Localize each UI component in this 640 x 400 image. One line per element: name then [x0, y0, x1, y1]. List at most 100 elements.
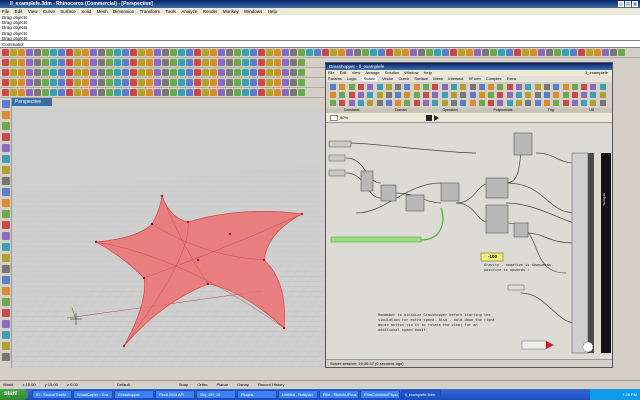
toolbar-button-icon[interactable] [114, 79, 121, 86]
menu-curve[interactable]: Curve [43, 9, 55, 14]
toolbar-button-icon[interactable] [146, 79, 153, 86]
toolbar-button-icon[interactable] [562, 49, 569, 56]
toolbar-button-icon[interactable] [2, 49, 9, 56]
toolbar-button-icon[interactable] [74, 89, 81, 96]
toolbar-button-icon[interactable] [18, 59, 25, 66]
toolbar-button-icon[interactable] [250, 59, 257, 66]
toolbar-button-icon[interactable] [266, 79, 273, 86]
component-icon[interactable] [339, 100, 346, 106]
toolbar-button-icon[interactable] [106, 49, 113, 56]
menu-view[interactable]: View [28, 9, 38, 14]
toolbar-button-icon[interactable] [42, 79, 49, 86]
toolbar-button-icon[interactable] [402, 49, 409, 56]
component-icon[interactable] [543, 84, 550, 90]
toolbar-button-icon[interactable] [306, 49, 313, 56]
toolbar-button-icon[interactable] [202, 59, 209, 66]
toolbar-button-icon[interactable] [26, 59, 33, 66]
toolbar-button-icon[interactable] [90, 59, 97, 66]
toolbar-button-icon[interactable] [138, 49, 145, 56]
toolbar-button-icon[interactable] [18, 49, 25, 56]
toolbar-button-icon[interactable] [234, 89, 241, 96]
toolbar-button-icon[interactable] [298, 79, 305, 86]
toolbar-button-icon[interactable] [162, 59, 169, 66]
toolbar-button-icon[interactable] [442, 49, 449, 56]
toolbar-button-icon[interactable] [122, 79, 129, 86]
toolbar-button-icon[interactable] [170, 79, 177, 86]
component-icon[interactable] [497, 84, 504, 90]
component-icon[interactable] [543, 92, 550, 98]
tab-params[interactable]: Params [328, 76, 342, 81]
component-icon[interactable] [478, 84, 485, 90]
viewport-tab[interactable]: Perspective [12, 98, 52, 106]
menu-windows[interactable]: Windows [244, 9, 262, 14]
toolbar-button-icon[interactable] [210, 59, 217, 66]
toolbar-button-icon[interactable] [34, 59, 41, 66]
toolbar-button-icon[interactable] [322, 49, 329, 56]
component-icon[interactable] [376, 92, 383, 98]
toolbar-button-icon[interactable] [2, 79, 9, 86]
tab-xform[interactable]: XForm [469, 76, 481, 81]
component-icon[interactable] [506, 92, 513, 98]
component-icon[interactable] [367, 92, 374, 98]
toolbar-button-icon[interactable] [82, 79, 89, 86]
left-toolbar-icon[interactable] [1, 254, 10, 262]
component-icon[interactable] [571, 92, 578, 98]
toolbar-button-icon[interactable] [450, 49, 457, 56]
toolbar-button-icon[interactable] [154, 49, 161, 56]
toolbar-button-icon[interactable] [10, 79, 17, 86]
tab-scalar[interactable]: Scalar [361, 76, 377, 81]
toolbar-button-icon[interactable] [82, 49, 89, 56]
component-icon[interactable] [599, 100, 606, 106]
component-icon[interactable] [367, 100, 374, 106]
toolbar-button-icon[interactable] [2, 59, 9, 66]
toolbar-button-icon[interactable] [106, 59, 113, 66]
toolbar-button-icon[interactable] [186, 49, 193, 56]
toolbar-button-icon[interactable] [18, 89, 25, 96]
toolbar-button-icon[interactable] [10, 89, 17, 96]
gh-node[interactable] [328, 140, 352, 148]
toolbar-button-icon[interactable] [274, 89, 281, 96]
task-item[interactable]: RhinCommon/Physi [360, 390, 400, 399]
toolbar-button-icon[interactable] [210, 89, 217, 96]
toolbar-button-icon[interactable] [98, 69, 105, 76]
toolbar-button-icon[interactable] [586, 49, 593, 56]
toolbar-button-icon[interactable] [66, 59, 73, 66]
left-toolbar-icon[interactable] [1, 309, 10, 317]
component-icon[interactable] [450, 92, 457, 98]
toolbar-button-icon[interactable] [34, 69, 41, 76]
toolbar-button-icon[interactable] [154, 69, 161, 76]
left-toolbar-icon[interactable] [1, 210, 10, 218]
gh-node[interactable] [513, 222, 529, 238]
toolbar-button-icon[interactable] [66, 49, 73, 56]
toolbar-button-icon[interactable] [242, 59, 249, 66]
menu-tools[interactable]: Tools [165, 9, 176, 14]
toolbar-button-icon[interactable] [138, 89, 145, 96]
toolbar-button-icon[interactable] [298, 89, 305, 96]
toolbar-button-icon[interactable] [98, 89, 105, 96]
component-icon[interactable] [478, 92, 485, 98]
toolbar-button-icon[interactable] [26, 49, 33, 56]
toolbar-button-icon[interactable] [66, 79, 73, 86]
toolbar-button-icon[interactable] [202, 69, 209, 76]
task-item[interactable]: Grasshopper [114, 390, 154, 399]
toolbar-button-icon[interactable] [162, 89, 169, 96]
toolbar-button-icon[interactable] [282, 59, 289, 66]
toolbar-button-icon[interactable] [26, 79, 33, 86]
toolbar-button-icon[interactable] [130, 89, 137, 96]
toolbar-button-icon[interactable] [418, 49, 425, 56]
toolbar-button-icon[interactable] [506, 49, 513, 56]
component-icon[interactable] [385, 100, 392, 106]
record-history-toggle[interactable]: Record History [258, 382, 284, 387]
component-icon[interactable] [488, 100, 495, 106]
toolbar-button-icon[interactable] [394, 49, 401, 56]
toolbar-button-icon[interactable] [170, 59, 177, 66]
left-toolbar-icon[interactable] [1, 111, 10, 119]
toolbar-button-icon[interactable] [146, 59, 153, 66]
toolbar-button-icon[interactable] [186, 89, 193, 96]
toolbar-button-icon[interactable] [194, 49, 201, 56]
toolbar-button-icon[interactable] [250, 69, 257, 76]
component-icon[interactable] [599, 92, 606, 98]
component-icon[interactable] [376, 100, 383, 106]
toolbar-button-icon[interactable] [282, 89, 289, 96]
component-icon[interactable] [404, 100, 411, 106]
